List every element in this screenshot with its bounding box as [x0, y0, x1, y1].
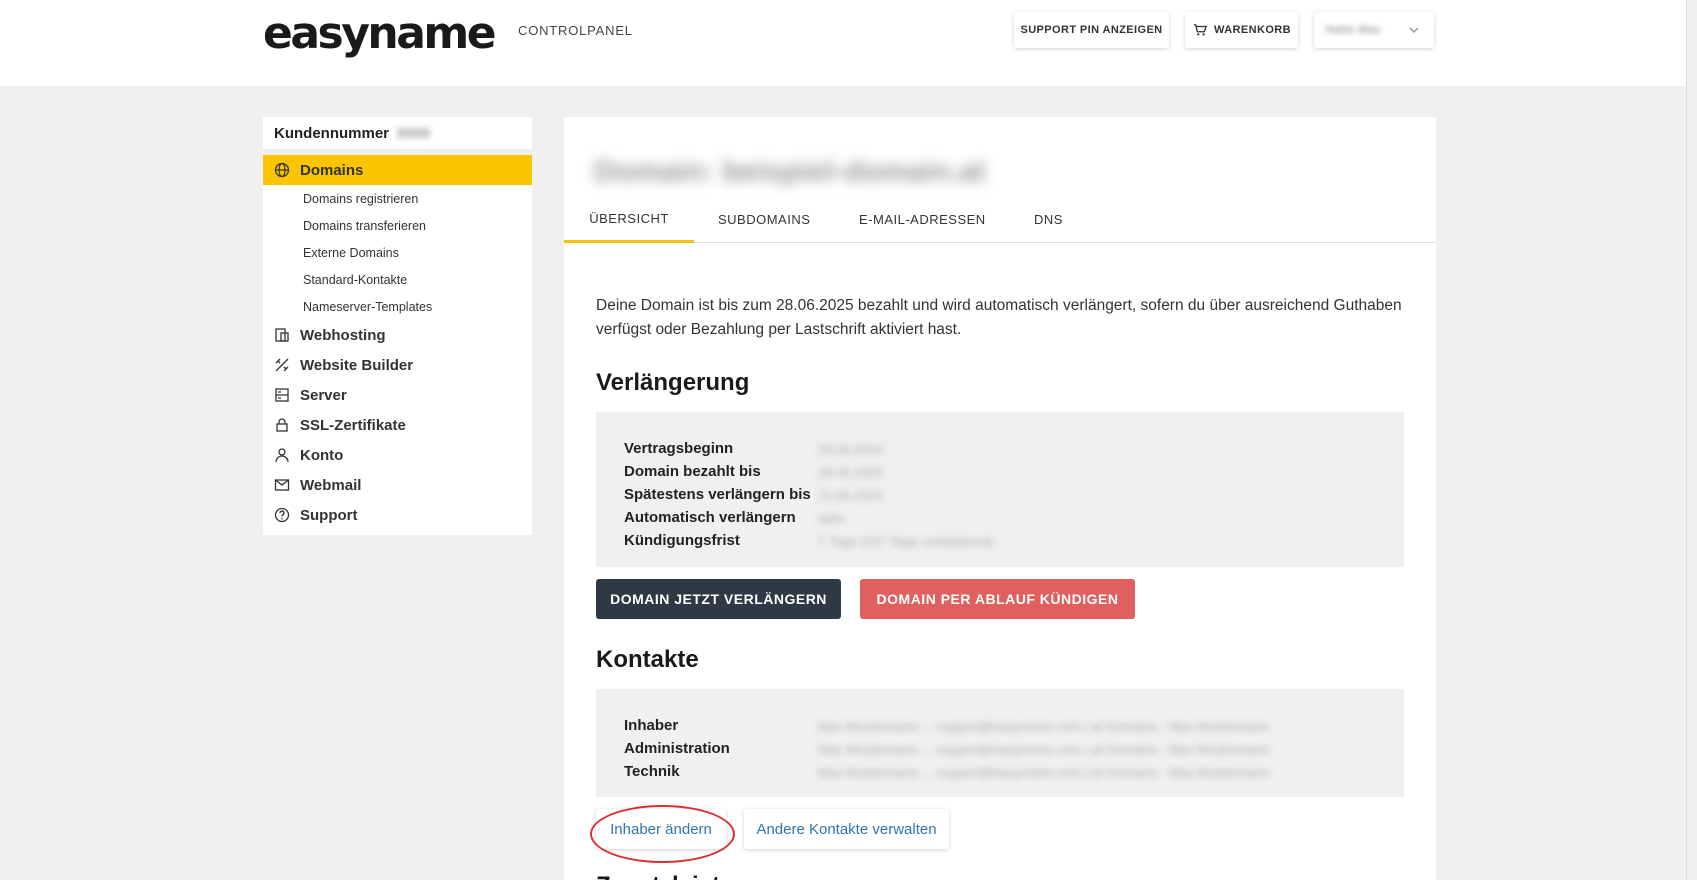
renewal-value-vertragsbeginn: 28.06.2024 — [818, 442, 884, 457]
customer-number: Kundennummer 0000 — [263, 117, 532, 149]
sidebar-item-label: Website Builder — [300, 356, 414, 374]
sidebar-item-label: Webmail — [300, 476, 362, 494]
chevron-down-icon — [1406, 22, 1422, 38]
sidebar-item-label: Server — [300, 386, 347, 404]
sidebar-subitem-nameserver-templates[interactable]: Nameserver-Templates — [263, 293, 532, 320]
sidebar-subitem-externe-domains[interactable]: Externe Domains — [263, 239, 532, 266]
renewal-label-bezahlt-bis: Domain bezahlt bis — [624, 463, 761, 480]
customer-number-value: 0000 — [397, 124, 431, 142]
renewal-details-box: Vertragsbeginn 28.06.2024 Domain bezahlt… — [596, 412, 1404, 567]
easyname-logo[interactable]: easyname — [263, 8, 497, 60]
sidebar-subitem-label: Externe Domains — [303, 245, 399, 260]
sidebar-item-label: Support — [300, 506, 358, 524]
contact-label-technik: Technik — [624, 763, 680, 780]
sidebar-subitem-label: Domains registrieren — [303, 191, 419, 206]
renew-domain-button[interactable]: DOMAIN JETZT VERLÄNGERN — [596, 579, 841, 619]
tab-bar: ÜBERSICHT SUBDOMAINS E-MAIL-ADRESSEN DNS — [564, 196, 1436, 243]
tab-uebersicht[interactable]: ÜBERSICHT — [564, 196, 694, 243]
contact-value-inhaber: Max Mustermann ... support@easyname.com … — [818, 719, 1270, 734]
contact-label-administration: Administration — [624, 740, 730, 757]
contact-label-inhaber: Inhaber — [624, 717, 679, 734]
sidebar-item-domains[interactable]: Domains — [263, 155, 532, 185]
renewal-label-spaetestens: Spätestens verlängern bis — [624, 486, 811, 503]
user-name: Hallo Max — [1326, 24, 1381, 36]
mail-icon — [274, 477, 290, 493]
lock-icon — [274, 417, 290, 433]
cancel-domain-button[interactable]: DOMAIN PER ABLAUF KÜNDIGEN — [860, 579, 1135, 619]
server-icon — [274, 387, 290, 403]
sidebar-item-support[interactable]: Support — [263, 500, 532, 530]
contact-value-technik: Max Mustermann ... support@easyname.com … — [818, 765, 1270, 780]
sidebar-subitem-domains-transferieren[interactable]: Domains transferieren — [263, 212, 532, 239]
support-pin-label: SUPPORT PIN ANZEIGEN — [1020, 24, 1163, 36]
cart-button[interactable]: WARENKORB — [1185, 12, 1298, 48]
renewal-label-kuendigungsfrist: Kündigungsfrist — [624, 532, 740, 549]
globe-icon — [274, 162, 290, 178]
cancel-domain-label: DOMAIN PER ABLAUF KÜNDIGEN — [876, 591, 1119, 607]
renewal-heading: Verlängerung — [596, 369, 750, 396]
support-pin-button[interactable]: SUPPORT PIN ANZEIGEN — [1014, 12, 1169, 48]
user-icon — [274, 447, 290, 463]
sidebar-item-server[interactable]: Server — [263, 380, 532, 410]
sidebar-item-label: Domains — [300, 161, 364, 179]
cart-icon — [1192, 22, 1208, 38]
change-owner-button[interactable]: Inhaber ändern — [596, 809, 726, 849]
change-owner-label: Inhaber ändern — [610, 820, 712, 838]
sidebar-subitem-standard-kontakte[interactable]: Standard-Kontakte — [263, 266, 532, 293]
sidebar-item-label: SSL-Zertifikate — [300, 416, 406, 434]
tab-label: DNS — [1034, 212, 1063, 227]
sidebar-item-webmail[interactable]: Webmail — [263, 470, 532, 500]
header: easyname CONTROLPANEL SUPPORT PIN ANZEIG… — [0, 0, 1697, 86]
contact-value-administration: Max Mustermann ... support@easyname.com … — [818, 742, 1270, 757]
cart-label: WARENKORB — [1214, 24, 1291, 36]
help-icon — [274, 507, 290, 523]
tab-email-adressen[interactable]: E-MAIL-ADRESSEN — [859, 196, 986, 243]
sidebar-item-ssl[interactable]: SSL-Zertifikate — [263, 410, 532, 440]
controlpanel-label: CONTROLPANEL — [518, 23, 633, 38]
sidebar-item-label: Konto — [300, 446, 344, 464]
sidebar-subitem-domains-registrieren[interactable]: Domains registrieren — [263, 185, 532, 212]
sidebar-item-konto[interactable]: Konto — [263, 440, 532, 470]
sidebar-subitem-label: Domains transferieren — [303, 218, 426, 233]
renewal-value-bezahlt-bis: 28.06.2025 — [818, 465, 884, 480]
sidebar: Kundennummer 0000 Domains Domains regist… — [263, 117, 532, 535]
customer-number-label: Kundennummer — [274, 124, 390, 142]
user-menu-button[interactable]: Hallo Max — [1314, 12, 1434, 48]
tab-subdomains[interactable]: SUBDOMAINS — [718, 196, 810, 243]
webhosting-icon — [274, 327, 290, 343]
renewal-value-kuendigungsfrist: 7 Tage (247 Tage verbleibend) — [818, 534, 994, 549]
tab-dns[interactable]: DNS — [1034, 196, 1063, 243]
additional-services-heading: Zusatzleistungen — [596, 872, 792, 880]
manage-contacts-button[interactable]: Andere Kontakte verwalten — [744, 809, 949, 849]
renewal-label-automatisch: Automatisch verlängern — [624, 509, 796, 526]
renewal-info-text: Deine Domain ist bis zum 28.06.2025 beza… — [596, 297, 1402, 338]
renew-domain-label: DOMAIN JETZT VERLÄNGERN — [610, 591, 827, 607]
sidebar-nav: Domains Domains registrieren Domains tra… — [263, 155, 532, 535]
sidebar-subitem-label: Nameserver-Templates — [303, 299, 433, 314]
builder-icon — [274, 357, 290, 373]
renewal-value-automatisch: aktiv — [818, 511, 845, 526]
logo-text: easyname — [263, 8, 497, 59]
tab-label: ÜBERSICHT — [589, 210, 669, 226]
manage-contacts-label: Andere Kontakte verwalten — [756, 820, 937, 838]
tab-label: E-MAIL-ADRESSEN — [859, 212, 986, 227]
renewal-value-spaetestens: 21.06.2025 — [818, 488, 884, 503]
sidebar-subitem-label: Standard-Kontakte — [303, 272, 408, 287]
main-panel: Domain: beispiel-domain.at ÜBERSICHT SUB… — [564, 117, 1436, 880]
contacts-heading: Kontakte — [596, 646, 699, 673]
renewal-label-vertragsbeginn: Vertragsbeginn — [624, 440, 734, 457]
tab-label: SUBDOMAINS — [718, 212, 811, 227]
contacts-box: Inhaber Max Mustermann ... support@easyn… — [596, 689, 1404, 797]
page-title: Domain: beispiel-domain.at — [594, 155, 986, 188]
sidebar-item-webhosting[interactable]: Webhosting — [263, 320, 532, 350]
sidebar-item-label: Webhosting — [300, 326, 386, 344]
page-scrollbar[interactable] — [1686, 0, 1697, 880]
sidebar-item-website-builder[interactable]: Website Builder — [263, 350, 532, 380]
